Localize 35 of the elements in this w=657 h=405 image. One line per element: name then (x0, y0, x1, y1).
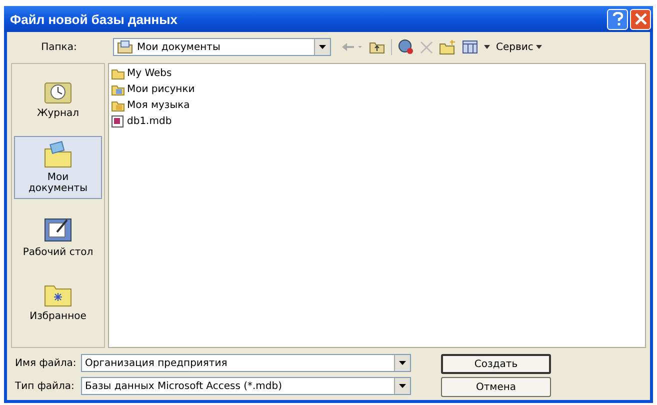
places-item[interactable]: Рабочий стол (14, 211, 102, 263)
up-folder-icon[interactable] (369, 40, 385, 54)
help-button[interactable] (607, 8, 628, 30)
window-title: Файл новой базы данных (10, 12, 178, 26)
folder-icon (111, 99, 125, 112)
places-item[interactable]: Избранное (14, 275, 102, 327)
places-item[interactable]: Мои документы (14, 136, 102, 199)
caret-icon[interactable] (484, 45, 490, 49)
folder-label: Папка: (40, 42, 78, 52)
file-type-label: Тип файла: (14, 380, 76, 392)
file-name-field[interactable]: Организация предприятия (81, 354, 411, 372)
cancel-button[interactable]: Отмена (441, 377, 551, 397)
places-item[interactable]: Журнал (14, 72, 102, 124)
file-item[interactable]: db1.mdb (111, 115, 172, 128)
folder-icon (43, 141, 73, 169)
close-icon (634, 13, 646, 25)
folder-icon (111, 67, 125, 80)
database-file-icon (111, 115, 125, 128)
views-icon[interactable] (462, 40, 478, 54)
new-folder-icon[interactable] (439, 40, 456, 54)
desktop-icon (43, 216, 73, 244)
file-item[interactable]: Моя музыка (111, 99, 190, 112)
file-item[interactable]: My Webs (111, 67, 172, 80)
folder-icon (117, 40, 133, 54)
help-icon (612, 12, 624, 26)
file-type-dropdown[interactable]: Базы данных Microsoft Access (*.mdb) (81, 377, 411, 395)
folder-icon (111, 83, 125, 96)
file-item[interactable]: Мои рисунки (111, 83, 195, 96)
folder-dropdown[interactable]: Мои документы (113, 38, 331, 56)
caret-icon (536, 45, 542, 49)
globe-search-icon[interactable] (398, 39, 414, 55)
close-button[interactable] (630, 8, 651, 30)
tools-menu-button[interactable]: Сервис (496, 42, 542, 52)
create-button[interactable]: Создать (441, 354, 551, 374)
file-name-label: Имя файла: (14, 358, 78, 368)
